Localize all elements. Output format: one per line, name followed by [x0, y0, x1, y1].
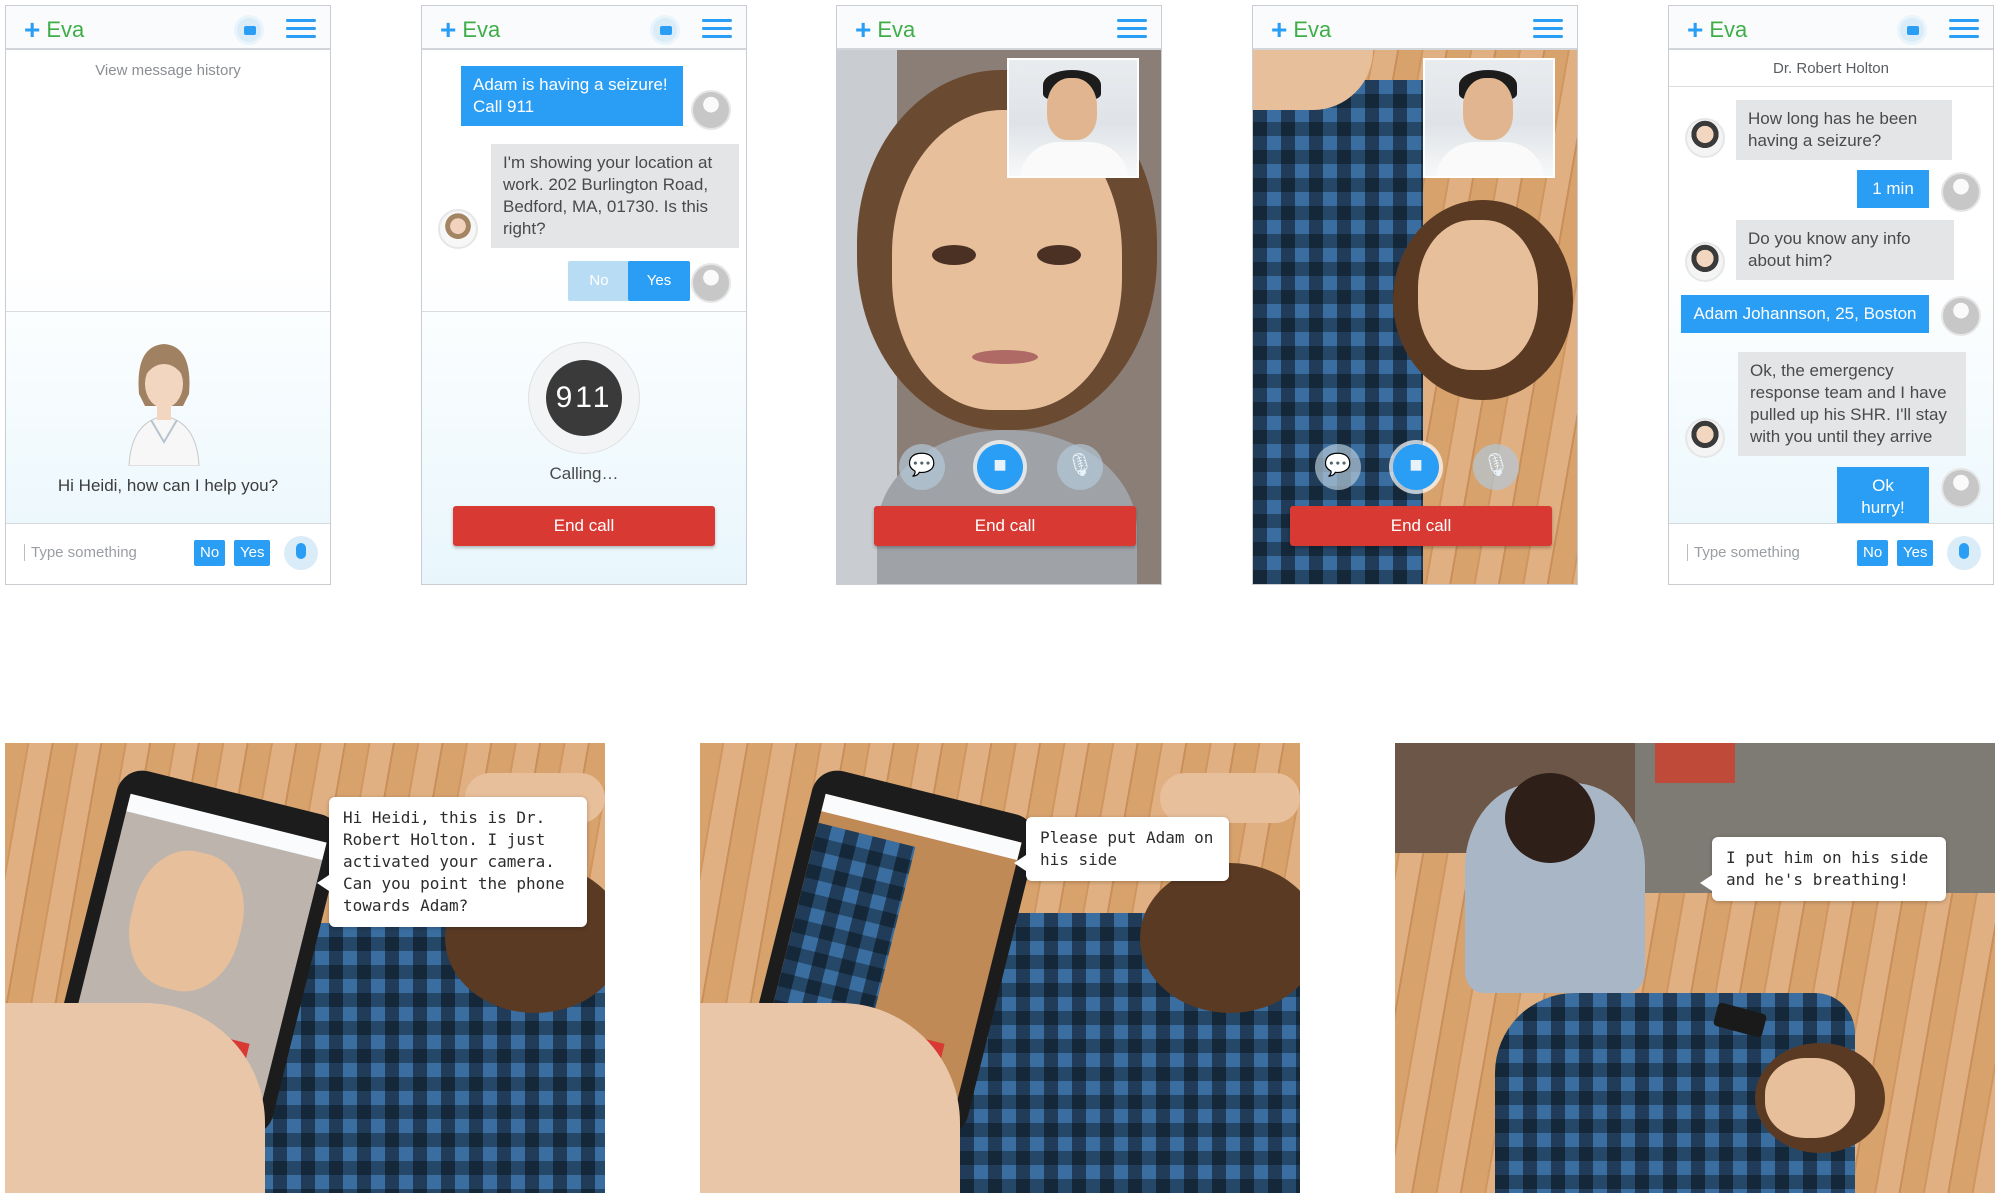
hamburger-menu-icon[interactable]	[702, 19, 732, 39]
hamburger-menu-icon[interactable]	[1117, 19, 1147, 39]
app-name: Eva	[877, 17, 916, 42]
screen-video-call-selfie: + Eva 💬 ■ 🎙 End call	[836, 5, 1162, 585]
microphone-icon: 🎙	[1066, 452, 1094, 477]
plus-icon: +	[1687, 14, 1704, 45]
chat-bubble-icon: 💬	[908, 452, 936, 477]
top-bar: + Eva	[837, 6, 1161, 50]
speech-bubble: I put him on his side and he's breathing…	[1700, 837, 1946, 901]
app-name: Eva	[1293, 17, 1332, 42]
doctor-avatar	[1685, 242, 1725, 282]
hamburger-menu-icon[interactable]	[286, 19, 316, 39]
end-call-button[interactable]: End call	[1290, 506, 1552, 546]
assistant-avatar	[438, 209, 478, 249]
call-status: Calling…	[549, 464, 619, 483]
end-call-button[interactable]: End call	[874, 506, 1136, 546]
message-input[interactable]: Type something	[1687, 544, 1800, 561]
top-bar: + Eva	[422, 6, 746, 50]
top-bar: + Eva	[1669, 6, 1993, 50]
app-logo[interactable]: + Eva	[855, 14, 915, 46]
app-name: Eva	[46, 17, 85, 42]
top-bar: + Eva	[6, 6, 330, 50]
screen-video-call-patient: + Eva 💬 ■ 🎙 End call	[1252, 5, 1578, 585]
microphone-button[interactable]: 🎙	[1057, 444, 1103, 490]
screen-calling-911: + Eva Adam is having a seizure! Call 911 …	[421, 5, 747, 585]
scene-photo-phone-patient: End call Please put Adam on his side	[700, 743, 1300, 1193]
video-toggle-button[interactable]: ■	[977, 444, 1023, 490]
assistant-message: I'm showing your location at work. 202 B…	[491, 144, 739, 248]
doctor-message: Do you know any info about him?	[1736, 220, 1954, 280]
microphone-icon: 🎙	[1482, 452, 1510, 477]
user-avatar	[1941, 468, 1981, 508]
doctor-message: How long has he been having a seizure?	[1736, 100, 1952, 160]
user-message: Ok hurry!	[1837, 467, 1929, 527]
video-camera-icon: ■	[993, 452, 1007, 477]
user-avatar	[691, 90, 731, 130]
quick-reply-yes[interactable]: Yes	[234, 540, 271, 566]
message-input-bar: Type something No Yes	[1669, 523, 1993, 584]
scene-photo-recovery-position: I put him on his side and he's breathing…	[1395, 743, 1995, 1193]
plus-icon: +	[440, 14, 457, 45]
user-message: Adam Johannson, 25, Boston	[1681, 295, 1929, 333]
user-avatar	[1941, 172, 1981, 212]
speech-bubble: Please put Adam on his side	[1014, 817, 1229, 881]
app-logo[interactable]: + Eva	[440, 14, 500, 46]
microphone-button[interactable]: 🎙	[1473, 444, 1519, 490]
chat-bubble-icon: 💬	[1324, 452, 1352, 477]
divider	[422, 311, 746, 312]
end-call-button[interactable]: End call	[453, 506, 715, 546]
app-name: Eva	[462, 17, 501, 42]
doctor-video-thumbnail[interactable]	[1007, 58, 1139, 178]
message-input[interactable]: Type something	[24, 544, 137, 561]
microphone-icon[interactable]	[1947, 536, 1981, 570]
user-avatar	[691, 263, 731, 303]
app-logo[interactable]: + Eva	[24, 14, 84, 46]
message-input-bar: Type something No Yes	[6, 523, 330, 584]
quick-reply-no[interactable]: No	[194, 540, 226, 566]
video-call-icon[interactable]	[1897, 15, 1927, 45]
dial-indicator: 911	[528, 342, 640, 454]
plus-icon: +	[855, 14, 872, 45]
user-message: 1 min	[1857, 170, 1929, 208]
assistant-greeting: Hi Heidi, how can I help you?	[57, 476, 279, 495]
scene-photo-phone-selfie: End call Hi Heidi, this is Dr. Robert Ho…	[5, 743, 605, 1193]
hamburger-menu-icon[interactable]	[1533, 19, 1563, 39]
chat-button[interactable]: 💬	[1315, 444, 1361, 490]
option-yes-button[interactable]: Yes	[628, 261, 690, 301]
hamburger-menu-icon[interactable]	[1949, 19, 1979, 39]
app-logo[interactable]: + Eva	[1271, 14, 1331, 46]
speech-bubble: Hi Heidi, this is Dr. Robert Holton. I j…	[317, 797, 587, 927]
divider	[6, 311, 330, 312]
video-call-icon[interactable]	[650, 15, 680, 45]
screen-assistant-home: + Eva View message history Hi Heidi, how …	[5, 5, 331, 585]
assistant-avatar	[119, 336, 209, 467]
video-call-icon[interactable]	[234, 15, 264, 45]
doctor-message: Ok, the emergency response team and I ha…	[1738, 352, 1966, 456]
doctor-avatar	[1685, 418, 1725, 458]
chat-button[interactable]: 💬	[899, 444, 945, 490]
video-camera-icon: ■	[1409, 452, 1423, 477]
quick-reply-no[interactable]: No	[1857, 540, 1889, 566]
plus-icon: +	[1271, 14, 1288, 45]
option-no-button[interactable]: No	[568, 261, 630, 301]
video-toggle-button[interactable]: ■	[1393, 444, 1439, 490]
chat-header: Dr. Robert Holton	[1773, 60, 1889, 77]
microphone-icon[interactable]	[284, 536, 318, 570]
view-message-history-link[interactable]: View message history	[6, 62, 330, 79]
app-logo[interactable]: + Eva	[1687, 14, 1747, 46]
user-avatar	[1941, 296, 1981, 336]
quick-reply-yes[interactable]: Yes	[1897, 540, 1934, 566]
user-message: Adam is having a seizure! Call 911	[461, 66, 683, 126]
plus-icon: +	[24, 14, 41, 45]
top-bar: + Eva	[1253, 6, 1577, 50]
doctor-avatar	[1685, 118, 1725, 158]
dial-number: 911	[546, 360, 622, 436]
divider	[1669, 86, 1993, 87]
app-name: Eva	[1709, 17, 1748, 42]
doctor-video-thumbnail[interactable]	[1423, 58, 1555, 178]
screen-doctor-chat: + Eva Dr. Robert Holton How long has he b…	[1668, 5, 1994, 585]
